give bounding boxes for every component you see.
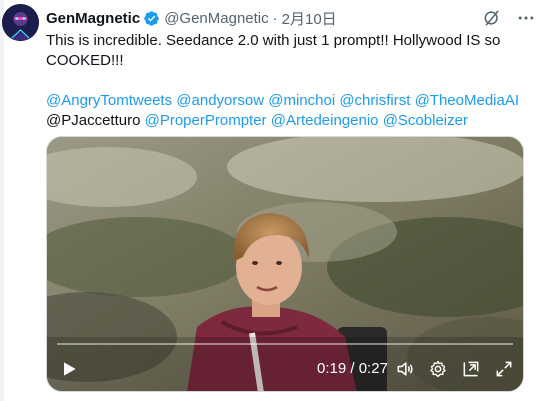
tweet-text-line-2: COOKED!!!	[46, 52, 124, 69]
time-separator: /	[350, 360, 355, 377]
tweet: GenMagnetic @GenMagnetic · 2月10日 This is…	[0, 0, 550, 401]
duration: 0:27	[358, 360, 388, 377]
current-time: 0:19	[317, 360, 347, 377]
thread-line	[0, 0, 4, 401]
tweet-text: This is incredible. Seedance 2.0 with ju…	[46, 31, 536, 131]
mention-link[interactable]: @minchoi	[268, 92, 335, 109]
grok-icon[interactable]	[482, 8, 502, 28]
verified-badge-icon	[143, 10, 160, 27]
mentions-line-1: @AngryTomtweets @andyorsow @minchoi @chr…	[46, 91, 536, 111]
mention-link[interactable]: @Scobleizer	[383, 112, 468, 129]
avatar[interactable]	[2, 4, 39, 41]
display-name[interactable]: GenMagnetic	[46, 10, 140, 27]
timestamp[interactable]: 2月10日	[282, 8, 337, 29]
pip-icon[interactable]	[461, 359, 481, 379]
progress-bar[interactable]	[57, 343, 513, 345]
mention-link[interactable]: @ProperPrompter	[145, 112, 267, 129]
mention-link[interactable]: @TheoMediaAI	[415, 92, 519, 109]
mention-link[interactable]: @andyorsow	[176, 92, 264, 109]
more-icon[interactable]	[516, 8, 536, 28]
mention-text: @PJaccetturo	[46, 112, 141, 129]
tweet-header: GenMagnetic @GenMagnetic · 2月10日	[46, 6, 337, 30]
header-actions	[482, 8, 536, 28]
fullscreen-icon[interactable]	[494, 359, 514, 379]
volume-icon[interactable]	[395, 359, 415, 379]
tweet-text-line-1: This is incredible. Seedance 2.0 with ju…	[46, 32, 501, 49]
settings-icon[interactable]	[428, 359, 448, 379]
handle[interactable]: @GenMagnetic	[164, 10, 268, 27]
mentions-line-2: @PJaccetturo @ProperPrompter @Artedeinge…	[46, 111, 536, 131]
mention-link[interactable]: @AngryTomtweets	[46, 92, 172, 109]
mention-link[interactable]: @Artedeingenio	[271, 112, 379, 129]
video-controls: 0:19 / 0:27	[47, 347, 523, 391]
separator-dot: ·	[272, 9, 278, 27]
mention-link[interactable]: @chrisfirst	[339, 92, 410, 109]
play-icon[interactable]	[59, 359, 79, 379]
video-player[interactable]: 0:19 / 0:27	[46, 136, 524, 392]
video-time: 0:19 / 0:27	[317, 360, 388, 377]
